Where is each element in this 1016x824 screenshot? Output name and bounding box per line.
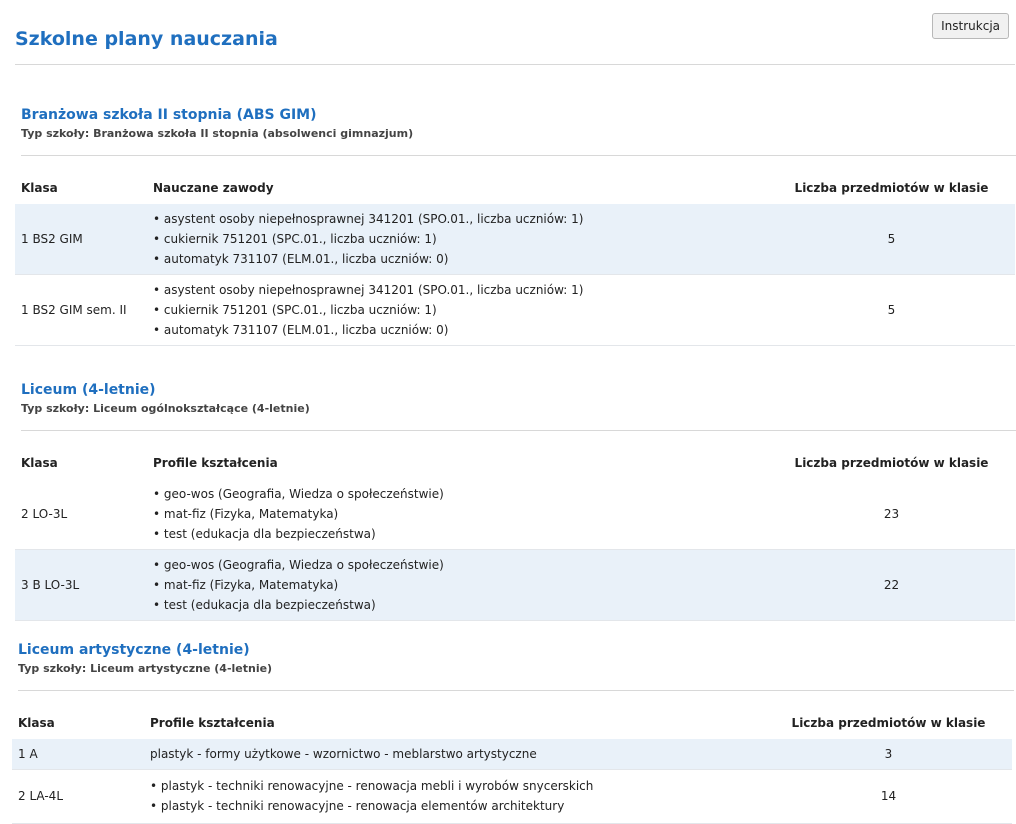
class-name: 1 BS2 GIM bbox=[15, 204, 147, 275]
table-row[interactable]: 2 LA-4L plastyk - techniki renowacyjne -… bbox=[12, 769, 1012, 824]
class-profiles: plastyk - techniki renowacyjne - renowac… bbox=[144, 769, 765, 824]
list-item: automatyk 731107 (ELM.01., liczba ucznió… bbox=[153, 249, 762, 269]
column-header-klasa: Klasa bbox=[21, 181, 58, 195]
class-name: 1 BS2 GIM sem. II bbox=[15, 274, 147, 346]
table-row[interactable]: 1 BS2 GIM asystent osoby niepełnosprawne… bbox=[15, 204, 1015, 275]
list-item: geo-wos (Geografia, Wiedza o społeczeńst… bbox=[153, 555, 762, 575]
class-name: 2 LO-3L bbox=[15, 479, 147, 550]
table-header-row: Klasa Nauczane zawody Liczba przedmiotów… bbox=[15, 172, 1015, 204]
section-subtitle: Typ szkoły: Branżowa szkoła II stopnia (… bbox=[21, 127, 414, 140]
section-divider bbox=[21, 430, 1016, 431]
column-header-profile: Profile kształcenia bbox=[150, 716, 275, 730]
section-title[interactable]: Branżowa szkoła II stopnia (ABS GIM) bbox=[21, 106, 317, 124]
subject-count: 5 bbox=[768, 274, 1015, 346]
page-title: Szkolne plany nauczania bbox=[15, 28, 278, 50]
subject-count: 14 bbox=[765, 769, 1012, 824]
section-divider bbox=[18, 690, 1014, 691]
page: Szkolne plany nauczania Instrukcja Branż… bbox=[0, 0, 1016, 824]
list-item: plastyk - techniki renowacyjne - renowac… bbox=[150, 796, 759, 816]
list-item: mat-fiz (Fizyka, Matematyka) bbox=[153, 575, 762, 595]
list-item: plastyk - techniki renowacyjne - renowac… bbox=[150, 776, 759, 796]
class-name: 2 LA-4L bbox=[12, 769, 144, 824]
instruction-button[interactable]: Instrukcja bbox=[932, 13, 1009, 39]
column-header-klasa: Klasa bbox=[18, 716, 55, 730]
class-table-liceum-artystyczne: Klasa Profile kształcenia Liczba przedmi… bbox=[12, 707, 1012, 824]
list-item: test (edukacja dla bezpieczeństwa) bbox=[153, 595, 762, 615]
table-row[interactable]: 1 A plastyk - formy użytkowe - wzornictw… bbox=[12, 739, 1012, 770]
class-name: 3 B LO-3L bbox=[15, 549, 147, 621]
class-occupations: asystent osoby niepełnosprawnej 341201 (… bbox=[147, 274, 768, 346]
column-header-klasa: Klasa bbox=[21, 456, 58, 470]
list-item: geo-wos (Geografia, Wiedza o społeczeńst… bbox=[153, 484, 762, 504]
class-table-branzowa: Klasa Nauczane zawody Liczba przedmiotów… bbox=[15, 172, 1015, 346]
list-item: test (edukacja dla bezpieczeństwa) bbox=[153, 524, 762, 544]
section-title[interactable]: Liceum (4-letnie) bbox=[21, 381, 156, 399]
section-title[interactable]: Liceum artystyczne (4-letnie) bbox=[18, 641, 250, 659]
list-item: automatyk 731107 (ELM.01., liczba ucznió… bbox=[153, 320, 762, 340]
list-item: asystent osoby niepełnosprawnej 341201 (… bbox=[153, 209, 762, 229]
section-divider bbox=[21, 155, 1016, 156]
class-profile-text: plastyk - formy użytkowe - wzornictwo - … bbox=[144, 739, 765, 770]
column-header-count: Liczba przedmiotów w klasie bbox=[794, 456, 989, 470]
table-header-row: Klasa Profile kształcenia Liczba przedmi… bbox=[12, 707, 1012, 739]
subject-count: 22 bbox=[768, 549, 1015, 621]
class-occupations: asystent osoby niepełnosprawnej 341201 (… bbox=[147, 204, 768, 275]
table-row[interactable]: 2 LO-3L geo-wos (Geografia, Wiedza o spo… bbox=[15, 479, 1015, 550]
class-name: 1 A bbox=[12, 739, 144, 770]
section-subtitle: Typ szkoły: Liceum artystyczne (4-letnie… bbox=[18, 662, 273, 675]
table-row[interactable]: 3 B LO-3L geo-wos (Geografia, Wiedza o s… bbox=[15, 549, 1015, 621]
column-header-zawody: Nauczane zawody bbox=[153, 181, 274, 195]
list-item: cukiernik 751201 (SPC.01., liczba ucznió… bbox=[153, 300, 762, 320]
subject-count: 23 bbox=[768, 479, 1015, 550]
class-profiles: geo-wos (Geografia, Wiedza o społeczeńst… bbox=[147, 549, 768, 621]
column-header-count: Liczba przedmiotów w klasie bbox=[794, 181, 989, 195]
list-item: cukiernik 751201 (SPC.01., liczba ucznió… bbox=[153, 229, 762, 249]
subject-count: 5 bbox=[768, 204, 1015, 275]
column-header-count: Liczba przedmiotów w klasie bbox=[791, 716, 986, 730]
table-header-row: Klasa Profile kształcenia Liczba przedmi… bbox=[15, 447, 1015, 479]
subject-count: 3 bbox=[765, 739, 1012, 770]
column-header-profile: Profile kształcenia bbox=[153, 456, 278, 470]
page-header: Szkolne plany nauczania Instrukcja bbox=[15, 0, 1015, 65]
list-item: mat-fiz (Fizyka, Matematyka) bbox=[153, 504, 762, 524]
class-table-liceum: Klasa Profile kształcenia Liczba przedmi… bbox=[15, 447, 1015, 621]
class-profiles: geo-wos (Geografia, Wiedza o społeczeńst… bbox=[147, 479, 768, 550]
table-row[interactable]: 1 BS2 GIM sem. II asystent osoby niepełn… bbox=[15, 274, 1015, 346]
section-subtitle: Typ szkoły: Liceum ogólnokształcące (4-l… bbox=[21, 402, 310, 415]
list-item: asystent osoby niepełnosprawnej 341201 (… bbox=[153, 280, 762, 300]
